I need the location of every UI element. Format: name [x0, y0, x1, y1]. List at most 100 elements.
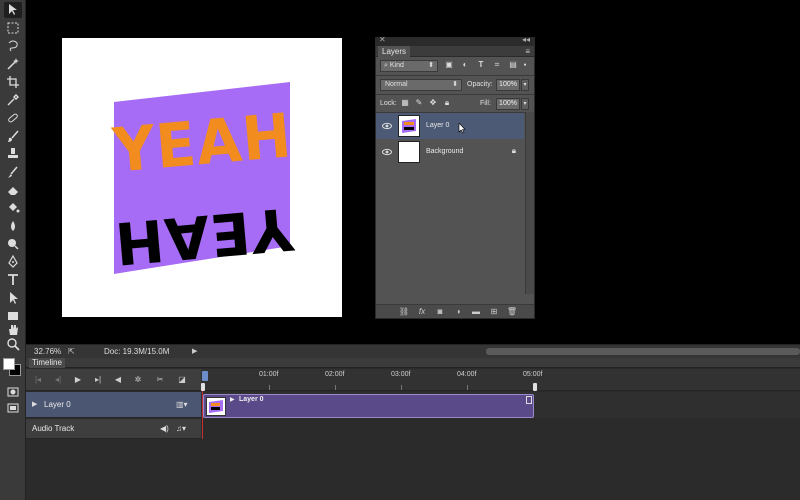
panel-titlebar[interactable]: ✕ ◂◂ [376, 35, 534, 46]
previous-frame-icon[interactable]: ◂| [52, 374, 64, 386]
pen-tool-icon[interactable] [4, 254, 22, 270]
share-icon[interactable]: ⇱ [68, 347, 78, 356]
transition-icon[interactable]: ◪ [176, 374, 188, 386]
play-icon[interactable]: ▶ [72, 374, 84, 386]
layers-bottom-bar: ⛓ fx ◙ ◑ ▬ ⊞ 🗑︎ [376, 304, 534, 318]
lasso-tool-icon[interactable] [4, 38, 22, 54]
work-area-end-handle[interactable] [533, 383, 537, 391]
status-bar: 32.76% ⇱ Doc: 19.3M/15.0M ▶ [26, 344, 800, 358]
audio-mute-icon[interactable]: ◀ [112, 374, 124, 386]
document-canvas[interactable]: YEAH YEAH [62, 38, 342, 317]
delete-layer-icon[interactable]: 🗑︎ [506, 307, 518, 317]
add-mask-icon[interactable]: ◙ [434, 307, 446, 317]
lock-all-icon[interactable]: 🔒︎ [442, 98, 452, 108]
go-to-first-frame-icon[interactable]: |◂ [32, 374, 44, 386]
visibility-eye-icon[interactable] [382, 121, 392, 131]
blend-mode-select[interactable]: Normal ⬍ [380, 79, 462, 91]
opacity-dropdown-icon[interactable]: ▾ [521, 79, 529, 91]
blend-row: Normal ⬍ Opacity: 100% ▾ [376, 77, 534, 93]
close-panel-icon[interactable]: ✕ [379, 35, 386, 44]
filter-toggle-icon[interactable]: ● [522, 60, 528, 70]
smart-object-filter-icon[interactable]: ▤ [508, 60, 518, 70]
visibility-eye-icon[interactable] [382, 147, 392, 157]
clip-end-handle-icon[interactable] [526, 396, 532, 404]
speaker-icon[interactable]: ◀) [160, 424, 169, 434]
lock-position-icon[interactable]: ✥ [428, 98, 438, 108]
blend-mode-value: Normal [385, 81, 408, 88]
expand-track-icon[interactable]: ▶ [32, 400, 37, 410]
layer-name: Background [426, 148, 464, 155]
dodge-tool-icon[interactable] [4, 236, 22, 252]
healing-brush-tool-icon[interactable] [4, 110, 22, 126]
history-brush-tool-icon[interactable] [4, 164, 22, 180]
work-area-start-handle[interactable] [201, 383, 205, 391]
tab-layers[interactable]: Layers [378, 46, 411, 57]
clip-expand-icon[interactable]: ▶ [230, 396, 235, 405]
screen-mode-icon[interactable] [4, 400, 22, 416]
layer-style-icon[interactable]: fx [416, 307, 428, 317]
settings-gear-icon[interactable]: ✲ [132, 374, 144, 386]
clone-stamp-tool-icon[interactable] [4, 146, 22, 162]
fill-input[interactable]: 100% [496, 98, 520, 110]
next-frame-icon[interactable]: ▸| [92, 374, 104, 386]
crop-tool-icon[interactable] [4, 74, 22, 90]
move-tool-icon[interactable] [4, 2, 22, 18]
shape-filter-icon[interactable]: ⌗ [492, 60, 502, 70]
status-menu-arrow-icon[interactable]: ▶ [192, 346, 197, 358]
paint-bucket-tool-icon[interactable] [4, 200, 22, 216]
dropdown-arrow-icon: ⬍ [452, 81, 458, 88]
timeline-ruler[interactable]: 01:00f 02:00f 03:00f 04:00f 05:00f [201, 369, 800, 391]
type-tool-icon[interactable] [4, 272, 22, 288]
ruler-tick [269, 385, 270, 390]
zoom-level[interactable]: 32.76% [34, 346, 61, 358]
track-header-audio[interactable]: Audio Track ◀) ♫▾ [26, 419, 201, 439]
tab-timeline[interactable]: Timeline [29, 358, 65, 368]
panel-tab-row: Layers ≡ [376, 46, 534, 57]
split-scissors-icon[interactable]: ✂ [154, 374, 166, 386]
lock-transparent-icon[interactable]: ▦ [400, 98, 410, 108]
dropdown-arrow-icon: ⬍ [428, 62, 434, 69]
brush-tool-icon[interactable] [4, 128, 22, 144]
playhead-handle-icon[interactable] [202, 371, 208, 381]
blur-tool-icon[interactable] [4, 218, 22, 234]
filter-kind-label: Kind [389, 62, 404, 69]
film-strip-icon[interactable]: ▥▾ [176, 400, 188, 410]
eraser-tool-icon[interactable] [4, 182, 22, 198]
layer-0-clip[interactable]: ▶ Layer 0 [203, 394, 534, 418]
music-note-icon[interactable]: ♫▾ [176, 424, 186, 434]
ruler-tick [401, 385, 402, 390]
adjustment-filter-icon[interactable]: ◐ [460, 60, 470, 70]
fill-dropdown-icon[interactable]: ▾ [521, 98, 529, 110]
collapse-panel-icon[interactable]: ◂◂ [522, 35, 530, 44]
layer-row-layer-0[interactable]: Layer 0 [376, 113, 524, 139]
eyedropper-tool-icon[interactable] [4, 92, 22, 108]
adjustment-layer-icon[interactable]: ◑ [452, 307, 464, 317]
playhead-line[interactable] [202, 391, 203, 439]
search-icon: ⌕ [384, 62, 388, 69]
horizontal-scrollbar[interactable] [486, 348, 800, 355]
layers-panel: ✕ ◂◂ Layers ≡ ⌕ Kind ⬍ ▣ ◐ T ⌗ ▤ ● Norma… [375, 35, 535, 319]
new-layer-icon[interactable]: ⊞ [488, 307, 500, 317]
foreground-color-swatch[interactable] [3, 358, 15, 370]
layer-lock-icon: 🔒︎ [511, 146, 516, 155]
filter-kind-select[interactable]: ⌕ Kind ⬍ [380, 60, 438, 72]
filter-row: ⌕ Kind ⬍ ▣ ◐ T ⌗ ▤ ● [376, 58, 534, 74]
quick-mask-icon[interactable] [4, 384, 22, 400]
marquee-tool-icon[interactable] [4, 20, 22, 36]
zoom-tool-icon[interactable] [4, 336, 22, 352]
track-header-layer-0[interactable]: ▶ Layer 0 ▥▾ [26, 392, 201, 418]
layer-row-background[interactable]: Background 🔒︎ [376, 139, 524, 165]
new-group-icon[interactable]: ▬ [470, 307, 482, 317]
photoshop-window: YEAH YEAH ✕ ◂◂ Layers ≡ ⌕ Kind ⬍ ▣ ◐ T ⌗… [0, 0, 800, 500]
type-filter-icon[interactable]: T [476, 60, 486, 70]
ruler-label: 01:00f [259, 371, 279, 378]
panel-menu-icon[interactable]: ≡ [525, 46, 530, 57]
link-layers-icon[interactable]: ⛓ [398, 307, 410, 317]
layers-scrollbar[interactable] [525, 112, 534, 294]
ruler-label: 02:00f [325, 371, 345, 378]
opacity-input[interactable]: 100% [496, 79, 520, 91]
path-selection-tool-icon[interactable] [4, 290, 22, 306]
magic-wand-tool-icon[interactable] [4, 56, 22, 72]
lock-image-icon[interactable]: ✎ [414, 98, 424, 108]
pixel-filter-icon[interactable]: ▣ [444, 60, 454, 70]
